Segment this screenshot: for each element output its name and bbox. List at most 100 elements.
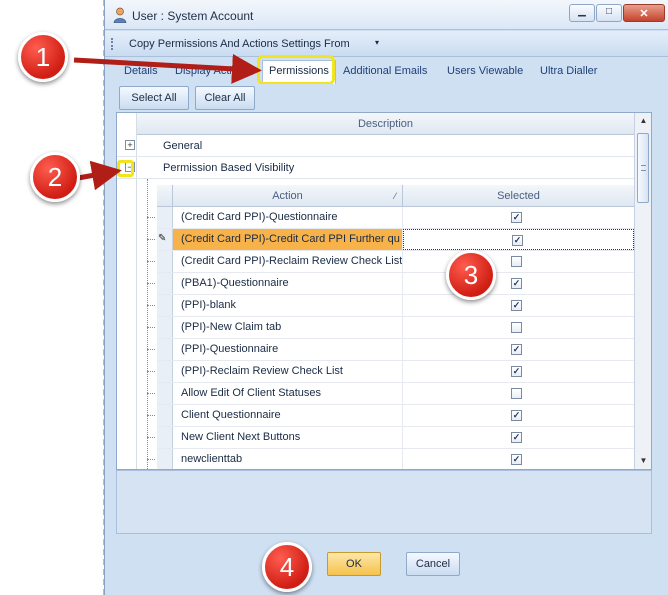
action-cell[interactable]: Client Questionnaire [173, 405, 403, 426]
tab-details[interactable]: Details [124, 65, 158, 77]
table-row[interactable]: (Credit Card PPI)-Reclaim Review Check L… [147, 251, 634, 273]
action-cell[interactable]: (Credit Card PPI)-Reclaim Review Check L… [173, 251, 403, 272]
sort-icon: ⁄ [394, 191, 396, 201]
row-selector[interactable] [157, 339, 173, 360]
table-row[interactable]: (PBA1)-Questionnaire ✓ [147, 273, 634, 295]
selected-checkbox[interactable] [511, 388, 522, 399]
scroll-down-icon[interactable]: ▼ [635, 453, 651, 469]
selected-column-header[interactable]: Selected [403, 185, 634, 207]
row-selector[interactable] [157, 383, 173, 404]
selected-cell[interactable]: ✓ [403, 295, 634, 316]
background-area [0, 0, 106, 595]
row-selector[interactable] [157, 207, 173, 228]
selected-checkbox[interactable]: ✓ [511, 300, 522, 311]
window-title: User : System Account [132, 9, 254, 23]
expand-icon[interactable]: + [125, 140, 135, 150]
table-row[interactable]: (PPI)-Reclaim Review Check List ✓ [147, 361, 634, 383]
row-selector[interactable] [157, 427, 173, 448]
selected-checkbox[interactable] [511, 322, 522, 333]
row-selector[interactable] [157, 317, 173, 338]
selected-cell[interactable]: ✓ [403, 361, 634, 382]
scrollbar-thumb[interactable] [637, 133, 649, 203]
selected-cell[interactable]: ✓ [403, 427, 634, 448]
selected-cell[interactable] [403, 317, 634, 338]
row-selector[interactable] [157, 449, 173, 469]
tab-additional-emails[interactable]: Additional Emails [343, 65, 427, 77]
selected-checkbox[interactable]: ✓ [511, 212, 522, 223]
scroll-up-icon[interactable]: ▲ [635, 113, 651, 129]
group-row-general[interactable]: + General [117, 135, 634, 157]
action-cell[interactable]: New Client Next Buttons [173, 427, 403, 448]
table-row[interactable]: newclienttab ✓ [147, 449, 634, 469]
action-cell[interactable]: (PPI)-blank [173, 295, 403, 316]
table-row[interactable]: ✎ (Credit Card PPI)-Credit Card PPI Furth… [147, 229, 634, 251]
callout-badge-2: 2 [30, 152, 80, 202]
tab-ultra-dialler[interactable]: Ultra Dialler [540, 65, 597, 77]
table-row[interactable]: New Client Next Buttons ✓ [147, 427, 634, 449]
tab-display-actions[interactable]: Display Actions [175, 65, 250, 77]
action-cell[interactable]: newclienttab [173, 449, 403, 469]
description-column-header[interactable]: Description [137, 113, 634, 135]
row-selector[interactable] [157, 251, 173, 272]
tree-connector-tick [147, 393, 155, 394]
tree-connector-tick [147, 371, 155, 372]
permissions-tab-highlight [257, 55, 335, 85]
selected-cell[interactable]: ✓ [403, 273, 634, 294]
bottom-panel [116, 470, 652, 534]
selected-cell[interactable]: ✓ [403, 207, 634, 228]
maximize-icon: □ [605, 6, 613, 17]
selected-cell[interactable]: ✓ [403, 449, 634, 469]
select-all-button[interactable]: Select All [119, 86, 189, 110]
row-selector[interactable] [157, 405, 173, 426]
toolbar-grip-icon[interactable] [111, 38, 114, 50]
table-row[interactable]: Client Questionnaire ✓ [147, 405, 634, 427]
ok-button[interactable]: OK [327, 552, 381, 576]
title-bar[interactable]: User : System Account ▁ □ ✕ [105, 0, 668, 30]
selected-cell[interactable]: ✓ [403, 405, 634, 426]
group-label: Permission Based Visibility [163, 162, 295, 174]
action-cell[interactable]: (PPI)-Questionnaire [173, 339, 403, 360]
tree-connector-tick [147, 459, 155, 460]
table-row[interactable]: Allow Edit Of Client Statuses [147, 383, 634, 405]
cancel-button[interactable]: Cancel [406, 552, 460, 576]
row-selector[interactable] [157, 295, 173, 316]
selected-checkbox[interactable] [511, 256, 522, 267]
action-header-label: Action [272, 190, 303, 202]
selected-cell[interactable] [403, 383, 634, 404]
action-cell[interactable]: (PBA1)-Questionnaire [173, 273, 403, 294]
action-cell[interactable]: (PPI)-New Claim tab [173, 317, 403, 338]
group-row-permission-based-visibility[interactable]: − Permission Based Visibility [117, 157, 634, 179]
table-row[interactable]: (PPI)-Questionnaire ✓ [147, 339, 634, 361]
minimize-button[interactable]: ▁ [569, 4, 595, 22]
table-row[interactable]: (PPI)-blank ✓ [147, 295, 634, 317]
selected-cell[interactable]: ✓ [403, 339, 634, 360]
action-cell[interactable]: (Credit Card PPI)-Credit Card PPI Furthe… [173, 229, 403, 250]
selected-checkbox[interactable]: ✓ [511, 454, 522, 465]
permissions-grid: Description + General − Permission Based… [116, 112, 652, 470]
maximize-button[interactable]: □ [596, 4, 622, 22]
action-cell[interactable]: (PPI)-Reclaim Review Check List [173, 361, 403, 382]
action-cell[interactable]: Allow Edit Of Client Statuses [173, 383, 403, 404]
selected-checkbox[interactable]: ✓ [511, 344, 522, 355]
chevron-down-icon[interactable]: ▾ [375, 38, 379, 47]
clear-all-button[interactable]: Clear All [195, 86, 255, 110]
row-selector[interactable] [157, 361, 173, 382]
selected-checkbox[interactable]: ✓ [511, 432, 522, 443]
row-selector[interactable]: ✎ [157, 229, 173, 250]
close-button[interactable]: ✕ [623, 4, 665, 22]
table-row[interactable]: (PPI)-New Claim tab [147, 317, 634, 339]
tree-connector-tick [147, 217, 155, 218]
selected-checkbox[interactable]: ✓ [512, 235, 523, 246]
table-row[interactable]: (Credit Card PPI)-Questionnaire ✓ [147, 207, 634, 229]
selected-checkbox[interactable]: ✓ [511, 410, 522, 421]
selected-checkbox[interactable]: ✓ [511, 278, 522, 289]
action-cell[interactable]: (Credit Card PPI)-Questionnaire [173, 207, 403, 228]
tab-users-viewable[interactable]: Users Viewable [447, 65, 523, 77]
row-selector[interactable] [157, 273, 173, 294]
selected-cell[interactable]: ✓ [403, 229, 634, 250]
selected-cell[interactable] [403, 251, 634, 272]
copy-permissions-menu[interactable]: Copy Permissions And Actions Settings Fr… [129, 38, 350, 50]
selected-checkbox[interactable]: ✓ [511, 366, 522, 377]
vertical-scrollbar[interactable]: ▲ ▼ [634, 113, 651, 469]
action-column-header[interactable]: Action ⁄ [173, 185, 403, 207]
